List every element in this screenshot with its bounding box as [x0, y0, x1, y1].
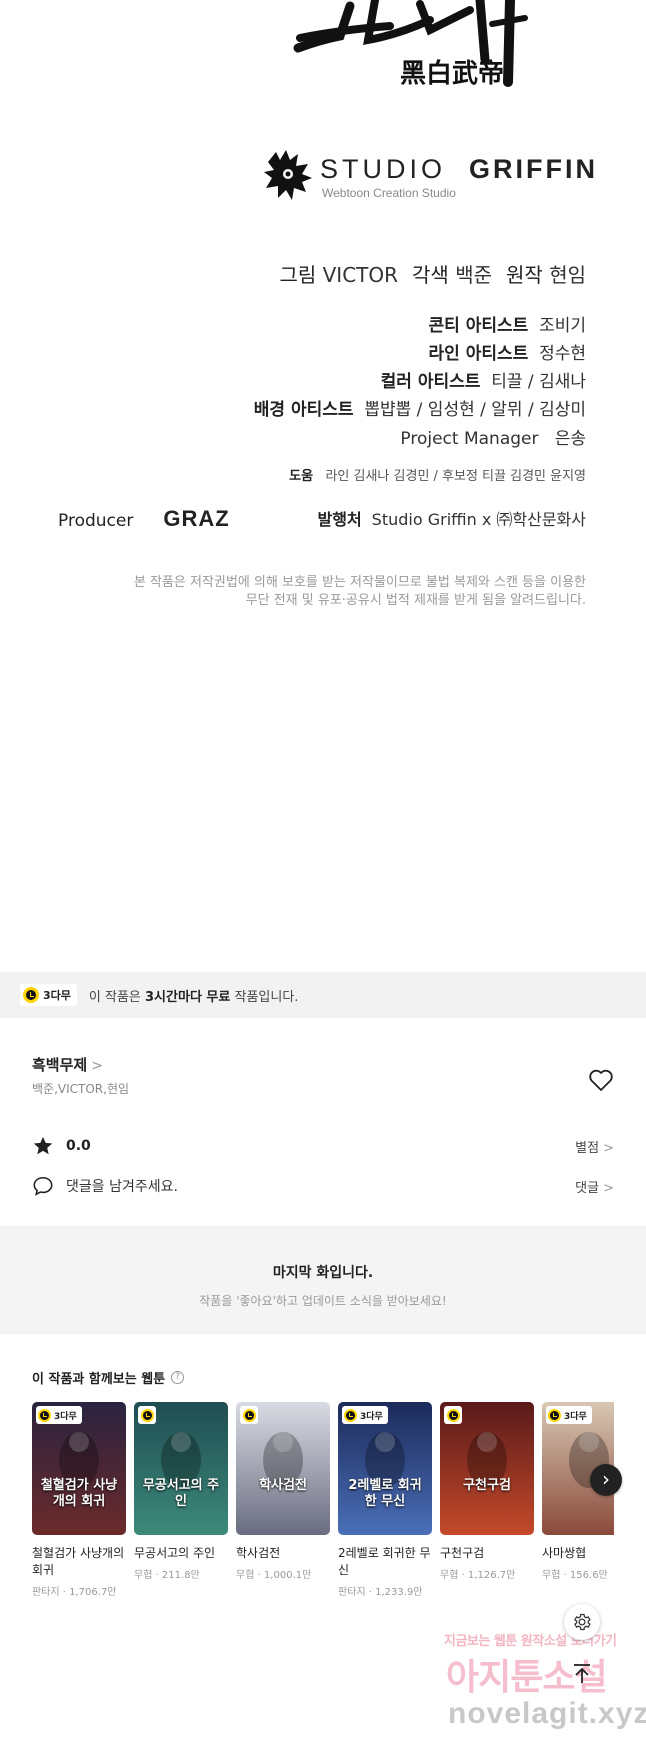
chevron-right-icon: › [602, 1467, 610, 1491]
clock-icon [548, 1408, 561, 1422]
webtoon-title: 2레벨로 회귀한 무신 [338, 1546, 431, 1577]
webtoon-title: 무공서고의 주인 [134, 1546, 216, 1560]
clock-icon [344, 1408, 357, 1422]
watermark-url: novelagit.xyz [448, 1697, 646, 1730]
producer-credit: Producer GRAZ [58, 506, 230, 531]
cover-title-text: 철혈검가 사냥개의 회귀 [40, 1478, 118, 1509]
arrow-up-icon [574, 1664, 590, 1683]
comment-link[interactable]: 댓글 > [575, 1177, 614, 1196]
comment-row[interactable]: 댓글을 남겨주세요. 댓글 > [32, 1174, 614, 1198]
webtoon-meta: 무협 · 156.6만 [542, 1570, 608, 1581]
main-credit-line: 그림 VICTOR 각색 백준 원작 현임 [279, 263, 586, 287]
recommendations-carousel[interactable]: 철혈검가 사냥개의 회귀 3다무철혈검가 사냥개의 회귀판타지 · 1,706.7… [32, 1402, 614, 1612]
webtoon-title: 구천구검 [440, 1546, 485, 1560]
webtoon-meta: 무협 · 1,000.1만 [236, 1570, 312, 1581]
webtoon-title: 사마쌍협 [542, 1546, 587, 1560]
webtoon-meta: 무협 · 1,126.7만 [440, 1570, 516, 1581]
chevron-right-icon: > [603, 1140, 614, 1156]
clock-icon [240, 1406, 258, 1424]
clock-icon [444, 1406, 462, 1424]
webtoon-meta: 판타지 · 1,233.9만 [338, 1587, 423, 1598]
studio-tagline: Webtoon Creation Studio [322, 186, 456, 200]
episode-credits-image: 黑白武帝 STUDIO GRIFFIN Webtoon Creation Stu… [0, 0, 646, 972]
webtoon-thumbnail[interactable]: 무공서고의 주인 [134, 1402, 228, 1535]
free-badge: 3다무 [20, 984, 77, 1006]
copyright-notice: 본 작품은 저작권법에 의해 보호를 받는 저작물이므로 불법 복제와 스캔 등… [66, 574, 586, 610]
free-badge: 3다무 [546, 1406, 592, 1424]
title-calligraphy: 黑白武帝 [293, 0, 528, 89]
work-authors: 백준,VICTOR,현임 [32, 1082, 130, 1096]
webtoon-thumbnail[interactable]: 학사검전 [236, 1402, 330, 1535]
speech-bubble-icon [33, 1176, 53, 1196]
copyright-line-2: 무단 전재 및 유포·공유시 법적 제재를 받게 됨을 알려드립니다. [245, 593, 586, 608]
comment-placeholder: 댓글을 남겨주세요. [66, 1179, 178, 1195]
work-info-panel: 흑백무제 > 백준,VICTOR,현임 0.0 별점 > 댓글을 남겨주세요. 댓글… [0, 1018, 646, 1218]
webtoon-card[interactable]: 무공서고의 주인 무공서고의 주인 무협 · 211.8만 [134, 1402, 228, 1581]
webtoon-meta: 무협 · 211.8만 [134, 1570, 200, 1581]
webtoon-thumbnail[interactable]: 2레벨로 회귀한 무신 3다무 [338, 1402, 432, 1535]
last-episode-title: 마지막 화입니다. [272, 1265, 374, 1281]
cover-title-text: 2레벨로 회귀한 무신 [348, 1478, 422, 1509]
cover-title-text: 학사검전 [259, 1478, 307, 1493]
staff-line-background: 배경 아티스트 뽑뱝뽑 / 임성현 / 알뮈 / 김상미 [253, 400, 586, 420]
free-badge: 3다무 [36, 1406, 82, 1424]
publisher-credit: 발행처 Studio Griffin x ㈜학산문화사 [317, 510, 587, 529]
assistant-credit-line: 도움 라인 김새나 김경민 / 후보정 티끌 김경민 윤지영 [289, 469, 586, 484]
copyright-line-1: 본 작품은 저작권법에 의해 보호를 받는 저작물이므로 불법 복제와 스캔 등… [133, 575, 586, 590]
gear-icon [574, 1613, 591, 1631]
viewer-settings-button[interactable] [564, 1604, 600, 1640]
cover-title-text: 구천구검 [463, 1478, 511, 1493]
rating-link[interactable]: 별점 > [575, 1137, 614, 1156]
studio-name: STUDIO GRIFFIN [320, 154, 599, 184]
staff-line-pm: Project Manager 은송 [400, 429, 586, 449]
staff-line-lineart: 라인 아티스트 정수현 [428, 344, 587, 364]
clock-icon [38, 1408, 51, 1422]
webtoon-thumbnail[interactable]: 구천구검 [440, 1402, 534, 1535]
svg-text:黑白武帝: 黑白武帝 [400, 58, 504, 89]
clock-icon [23, 987, 39, 1003]
last-episode-notice: 마지막 화입니다. 작품을 '좋아요'하고 업데이트 소식을 받아보세요! [0, 1226, 646, 1334]
recommendations-title: 이 작품과 함께보는 웹툰? [32, 1368, 185, 1387]
free-banner-text: 이 작품은 3시간마다 무료 작품입니다. [88, 989, 299, 1005]
chevron-right-icon: > [91, 1058, 103, 1074]
chevron-right-icon: > [603, 1180, 614, 1196]
work-title-link[interactable]: 흑백무제 > [32, 1054, 103, 1075]
griffin-emblem-icon [264, 150, 312, 200]
staff-line-color: 컬러 아티스트 티끌 / 김새나 [380, 372, 586, 392]
rating-value: 0.0 [66, 1138, 91, 1154]
heart-outline-icon[interactable] [588, 1068, 614, 1092]
help-icon[interactable]: ? [171, 1371, 185, 1384]
carousel-next-button[interactable]: › [590, 1464, 622, 1496]
free-badge: 3다무 [342, 1406, 388, 1424]
webtoon-card[interactable]: 구천구검 구천구검 무협 · 1,126.7만 [440, 1402, 534, 1581]
webtoon-title: 철혈검가 사냥개의 회귀 [32, 1546, 125, 1577]
free-schedule-banner: 3다무 이 작품은 3시간마다 무료 작품입니다. [0, 972, 646, 1018]
webtoon-card[interactable]: 철혈검가 사냥개의 회귀 3다무철혈검가 사냥개의 회귀판타지 · 1,706.7… [32, 1402, 126, 1598]
recommendations-section: 이 작품과 함께보는 웹툰? 철혈검가 사냥개의 회귀 3다무 철혈검가 사냥개의 … [0, 1334, 646, 1624]
webtoon-title: 학사검전 [236, 1546, 281, 1560]
clock-icon [138, 1406, 156, 1424]
last-episode-subtitle: 작품을 '좋아요'하고 업데이트 소식을 받아보세요! [199, 1294, 447, 1308]
scroll-to-top-button[interactable] [564, 1656, 600, 1692]
webtoon-thumbnail[interactable]: 철혈검가 사냥개의 회귀 3다무 [32, 1402, 126, 1535]
staff-line-storyboard: 콘티 아티스트 조비기 [428, 316, 587, 336]
webtoon-card[interactable]: 학사검전 학사검전 무협 · 1,000.1만 [236, 1402, 330, 1581]
star-icon [33, 1136, 53, 1155]
rating-row: 0.0 별점 > [32, 1134, 614, 1158]
studio-griffin-logo: STUDIO GRIFFIN Webtoon Creation Studio [262, 148, 595, 206]
cover-title-text: 무공서고의 주인 [142, 1478, 220, 1509]
webtoon-meta: 판타지 · 1,706.7만 [32, 1587, 117, 1598]
webtoon-card[interactable]: 2레벨로 회귀한 무신 3다무 2레벨로 회귀한 무신판타지 · 1,233.9만 [338, 1402, 432, 1598]
